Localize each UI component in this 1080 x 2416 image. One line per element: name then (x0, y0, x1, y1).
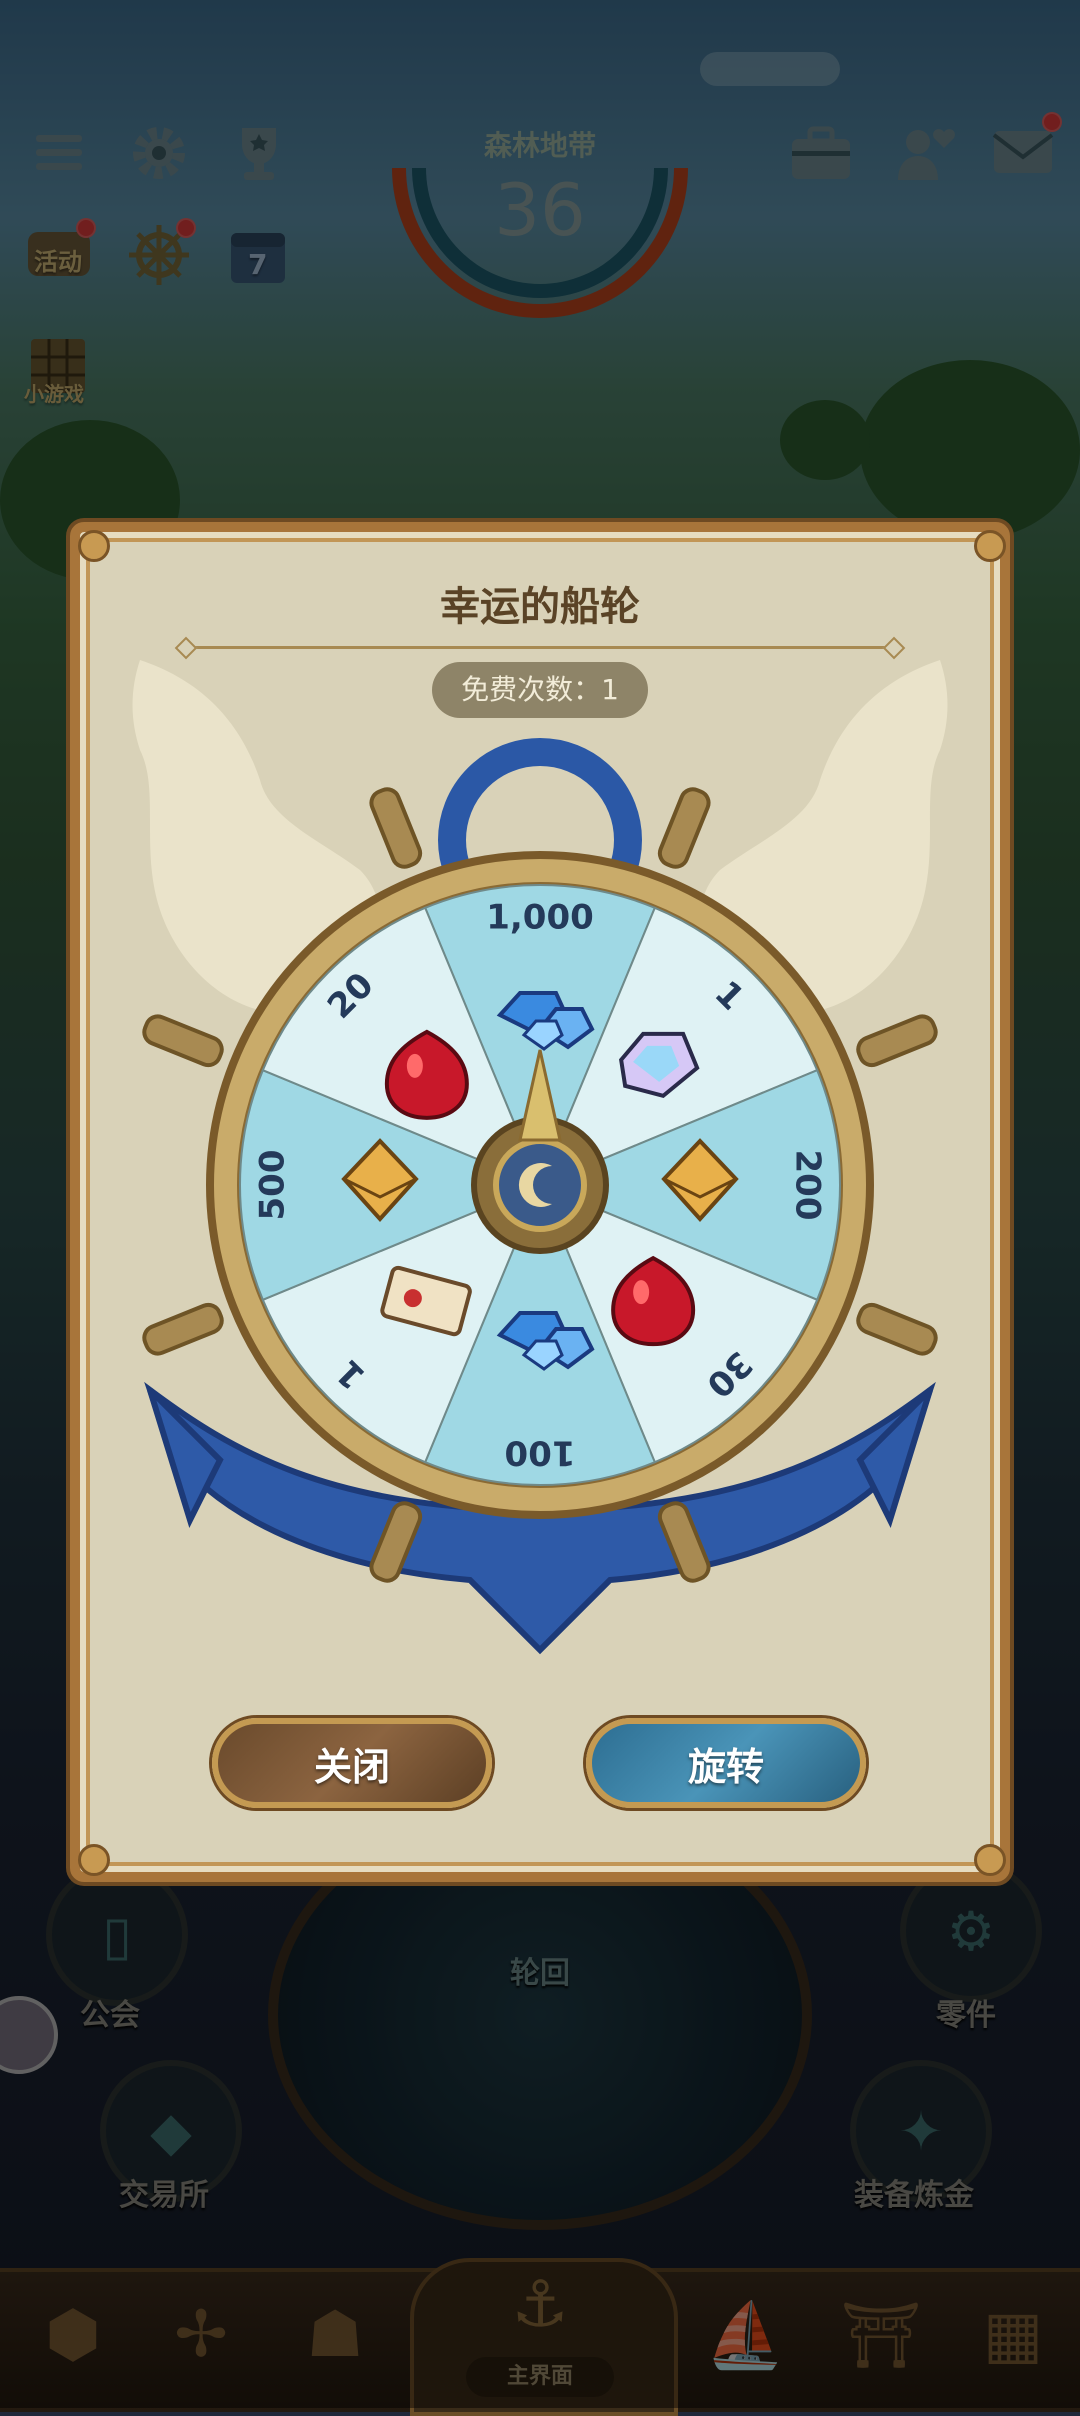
segment-amount: 100 (505, 1433, 576, 1473)
wheel-artwork: 1,000120030100150020 (132, 660, 948, 1655)
segment-amount: 200 (788, 1150, 828, 1221)
segment-amount: 500 (253, 1150, 293, 1221)
close-button[interactable]: 关闭 (212, 1718, 492, 1808)
moon-emblem (493, 1138, 587, 1232)
spin-button[interactable]: 旋转 (586, 1718, 866, 1808)
segment-amount: 1,000 (486, 898, 594, 938)
